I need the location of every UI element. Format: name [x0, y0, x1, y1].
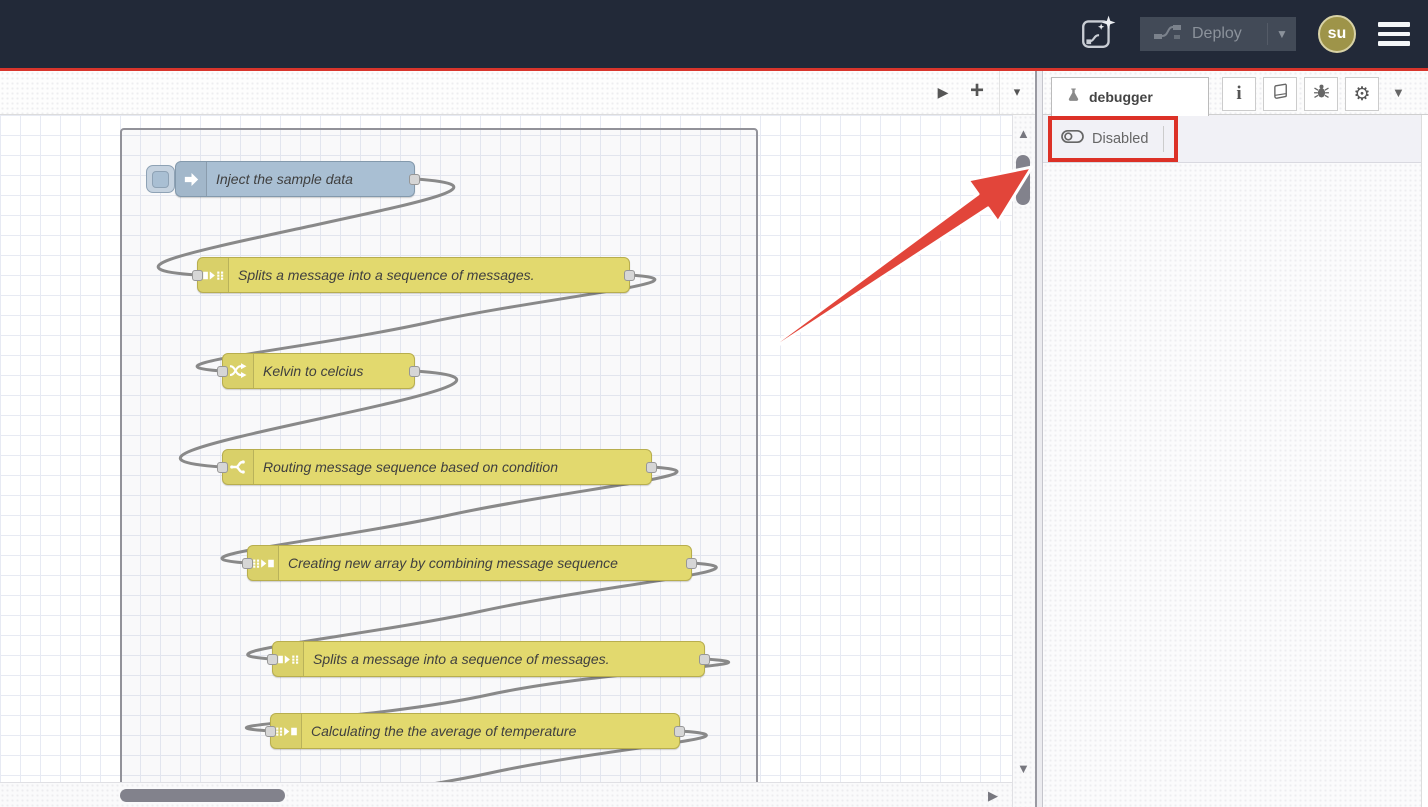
- horizontal-scrollbar[interactable]: ▶: [0, 782, 1012, 807]
- input-port[interactable]: [192, 270, 203, 281]
- horizontal-scroll-thumb[interactable]: [120, 789, 285, 802]
- tabbar-separator: [999, 71, 1000, 114]
- node-label: Routing message sequence based on condit…: [263, 459, 641, 475]
- assistant-sparkle-icon: [1079, 13, 1117, 56]
- node-label: Splits a message into a sequence of mess…: [238, 267, 619, 283]
- sidebar-scroll-track[interactable]: [1421, 115, 1428, 807]
- deploy-button[interactable]: Deploy ▼: [1140, 17, 1296, 51]
- tab-scroll-right-button[interactable]: ▶: [928, 77, 958, 107]
- disabled-label: Disabled: [1092, 131, 1148, 147]
- output-port[interactable]: [624, 270, 635, 281]
- node-label: Inject the sample data: [216, 171, 404, 187]
- output-port[interactable]: [686, 558, 697, 569]
- sidebar-tab-help[interactable]: [1263, 77, 1297, 111]
- flow-canvas[interactable]: Inject the sample data Splits a message i…: [0, 115, 1012, 782]
- debug-messages-panel: [1043, 163, 1421, 807]
- scroll-right-icon[interactable]: ▶: [988, 789, 998, 802]
- toggle-off-icon: [1061, 129, 1084, 149]
- node-label: Kelvin to celcius: [263, 363, 404, 379]
- inject-trigger-inner: [152, 171, 169, 188]
- vertical-scroll-thumb[interactable]: [1016, 155, 1030, 205]
- deploy-label: Deploy: [1192, 25, 1267, 43]
- hamburger-bar: [1378, 32, 1410, 37]
- output-port[interactable]: [646, 462, 657, 473]
- user-avatar[interactable]: su: [1318, 15, 1356, 53]
- add-flow-button[interactable]: +: [962, 77, 992, 107]
- flow-list-button[interactable]: ▾: [1002, 77, 1032, 107]
- output-port[interactable]: [699, 654, 710, 665]
- info-icon: i: [1236, 83, 1241, 105]
- debug-disabled-toggle-button[interactable]: Disabled: [1061, 125, 1148, 153]
- input-port[interactable]: [267, 654, 278, 665]
- input-port[interactable]: [242, 558, 253, 569]
- gear-icon: ⚙: [1353, 85, 1370, 104]
- assistant-button[interactable]: [1078, 14, 1118, 54]
- flask-icon: [1066, 87, 1081, 108]
- book-icon: [1272, 83, 1289, 105]
- deploy-chevron-icon[interactable]: ▼: [1268, 27, 1296, 41]
- scroll-down-icon[interactable]: ▼: [1017, 762, 1030, 775]
- vertical-scrollbar[interactable]: ▲ ▼: [1012, 115, 1035, 807]
- sidebar-tab-debug[interactable]: [1304, 77, 1338, 111]
- input-port[interactable]: [217, 462, 228, 473]
- sidebar-tab-label: debugger: [1089, 89, 1153, 105]
- flow-node-switch[interactable]: Routing message sequence based on condit…: [222, 449, 652, 485]
- sidebar-splitter[interactable]: [1035, 71, 1043, 807]
- deploy-wire-icon: [1154, 23, 1182, 46]
- sidebar-menu-chevron-icon[interactable]: ▼: [1392, 85, 1405, 100]
- hamburger-bar: [1378, 41, 1410, 46]
- flow-node-split[interactable]: Splits a message into a sequence of mess…: [272, 641, 705, 677]
- main-menu-button[interactable]: [1378, 18, 1410, 50]
- flow-node-inject[interactable]: Inject the sample data: [175, 161, 415, 197]
- output-port[interactable]: [409, 366, 420, 377]
- sidebar: debugger i: [1043, 71, 1428, 807]
- app-header: Deploy ▼ su: [0, 0, 1428, 68]
- toolbar-separator: [1163, 126, 1164, 152]
- flow-node-join[interactable]: Creating new array by combining message …: [247, 545, 692, 581]
- node-red-app: Deploy ▼ su ▶ + ▾ Inject the sample data…: [0, 0, 1428, 807]
- workspace-tabbar: ▶ + ▾: [0, 71, 1035, 115]
- bug-icon: [1313, 83, 1330, 105]
- sidebar-tab-debugger[interactable]: debugger: [1051, 77, 1209, 116]
- node-label: Creating new array by combining message …: [288, 555, 681, 571]
- hamburger-bar: [1378, 22, 1410, 27]
- output-port[interactable]: [409, 174, 420, 185]
- node-label: Calculating the the average of temperatu…: [311, 723, 669, 739]
- input-port[interactable]: [265, 726, 276, 737]
- inject-arrow-icon: [176, 162, 207, 196]
- input-port[interactable]: [217, 366, 228, 377]
- flow-node-join[interactable]: Calculating the the average of temperatu…: [270, 713, 680, 749]
- output-port[interactable]: [674, 726, 685, 737]
- debug-sidebar-toolbar: Disabled: [1043, 115, 1421, 163]
- flow-node-change[interactable]: Kelvin to celcius: [222, 353, 415, 389]
- sidebar-tab-info[interactable]: i: [1222, 77, 1256, 111]
- scroll-up-icon[interactable]: ▲: [1017, 127, 1030, 140]
- node-label: Splits a message into a sequence of mess…: [313, 651, 694, 667]
- sidebar-tab-config[interactable]: ⚙: [1345, 77, 1379, 111]
- inject-trigger-button[interactable]: [146, 165, 175, 193]
- flow-node-split[interactable]: Splits a message into a sequence of mess…: [197, 257, 630, 293]
- header-actions: Deploy ▼ su: [1078, 0, 1410, 68]
- sidebar-tabbar: debugger i: [1043, 71, 1428, 115]
